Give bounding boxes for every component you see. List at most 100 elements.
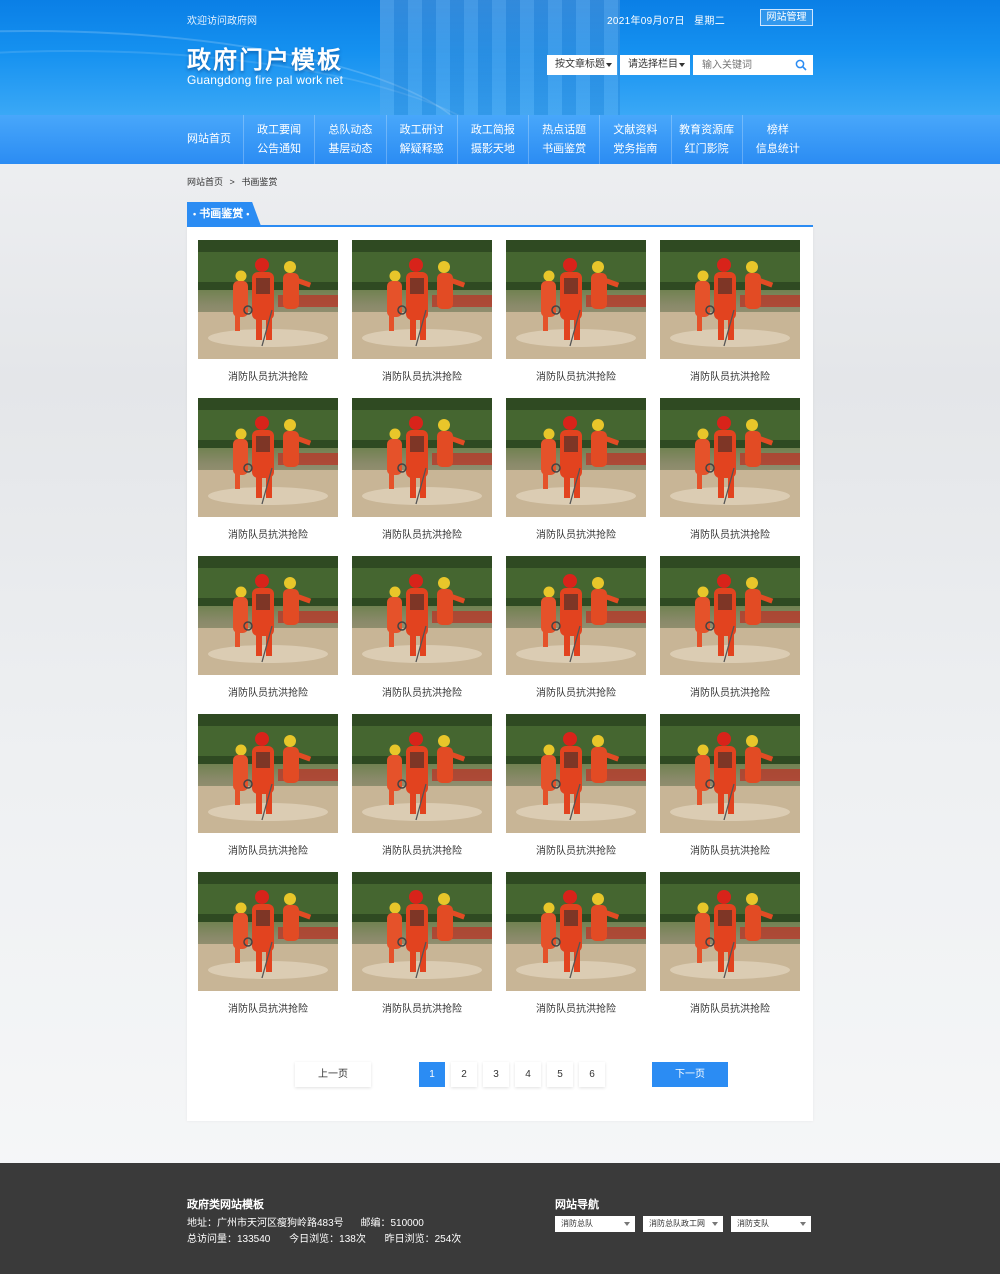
gallery-thumbnail[interactable] — [506, 240, 646, 359]
nav-link[interactable]: 政工研讨 — [400, 123, 444, 137]
footer-nav-select[interactable]: 消防总队政工网 — [643, 1216, 723, 1232]
gallery-thumbnail[interactable] — [198, 714, 338, 833]
gallery-item[interactable]: 消防队员抗洪抢险 — [198, 398, 338, 556]
gallery-item[interactable]: 消防队员抗洪抢险 — [352, 240, 492, 398]
breadcrumb-current: 书画鉴赏 — [241, 177, 278, 187]
nav-link[interactable]: 榜样 — [767, 123, 789, 137]
gallery-item[interactable]: 消防队员抗洪抢险 — [506, 556, 646, 714]
gallery-caption[interactable]: 消防队员抗洪抢险 — [198, 842, 338, 857]
gallery-item[interactable]: 消防队员抗洪抢险 — [660, 398, 800, 556]
gallery-caption[interactable]: 消防队员抗洪抢险 — [198, 368, 338, 383]
gallery-thumbnail[interactable] — [352, 872, 492, 991]
gallery-thumbnail[interactable] — [660, 398, 800, 517]
next-page-button[interactable]: 下一页 — [652, 1062, 728, 1087]
nav-link[interactable]: 摄影天地 — [471, 142, 515, 156]
gallery-item[interactable]: 消防队员抗洪抢险 — [660, 556, 800, 714]
gallery-thumbnail[interactable] — [506, 556, 646, 675]
gallery-item[interactable]: 消防队员抗洪抢险 — [660, 240, 800, 398]
logo-title: 政府门户模板 — [187, 47, 343, 74]
welcome-text: 欢迎访问政府网 — [187, 16, 257, 27]
gallery-item[interactable]: 消防队员抗洪抢险 — [198, 714, 338, 872]
footer-nav-select[interactable]: 消防支队 — [731, 1216, 811, 1232]
site-manage-button[interactable]: 网站管理 — [760, 9, 813, 26]
gallery-thumbnail[interactable] — [506, 398, 646, 517]
page-number-button[interactable]: 1 — [419, 1062, 445, 1087]
nav-link[interactable]: 总队动态 — [328, 123, 372, 137]
search-type-select[interactable]: 按文章标题 — [547, 55, 617, 75]
gallery-item[interactable]: 消防队员抗洪抢险 — [198, 872, 338, 1030]
gallery-caption[interactable]: 消防队员抗洪抢险 — [660, 368, 800, 383]
gallery-item[interactable]: 消防队员抗洪抢险 — [198, 240, 338, 398]
breadcrumb: 网站首页 > 书画鉴赏 — [187, 164, 813, 202]
nav-link[interactable]: 文献资料 — [613, 123, 657, 137]
gallery-caption[interactable]: 消防队员抗洪抢险 — [352, 1000, 492, 1015]
gallery-caption[interactable]: 消防队员抗洪抢险 — [660, 684, 800, 699]
gallery-caption[interactable]: 消防队员抗洪抢险 — [506, 1000, 646, 1015]
nav-home[interactable]: 网站首页 — [187, 115, 243, 164]
gallery-item[interactable]: 消防队员抗洪抢险 — [506, 398, 646, 556]
gallery-item[interactable]: 消防队员抗洪抢险 — [506, 714, 646, 872]
gallery-item[interactable]: 消防队员抗洪抢险 — [352, 398, 492, 556]
gallery-item[interactable]: 消防队员抗洪抢险 — [198, 556, 338, 714]
gallery-item[interactable]: 消防队员抗洪抢险 — [352, 714, 492, 872]
breadcrumb-home[interactable]: 网站首页 — [187, 177, 223, 187]
main-content: 网站首页 > 书画鉴赏 • 书画鉴赏 • 消防队员抗洪抢险 消防队员抗洪抢险 消防队… — [187, 164, 813, 1121]
gallery-item[interactable]: 消防队员抗洪抢险 — [660, 714, 800, 872]
gallery-caption[interactable]: 消防队员抗洪抢险 — [352, 526, 492, 541]
page-number-button[interactable]: 6 — [579, 1062, 605, 1087]
gallery-caption[interactable]: 消防队员抗洪抢险 — [198, 684, 338, 699]
gallery-caption[interactable]: 消防队员抗洪抢险 — [352, 684, 492, 699]
footer-address: 地址：广州市天河区瘦狗岭路483号 — [187, 1218, 344, 1229]
nav-link[interactable]: 党务指南 — [613, 142, 657, 156]
gallery-thumbnail[interactable] — [198, 872, 338, 991]
footer-nav-select[interactable]: 消防总队 — [555, 1216, 635, 1232]
gallery-caption[interactable]: 消防队员抗洪抢险 — [198, 526, 338, 541]
nav-link[interactable]: 教育资源库 — [679, 123, 734, 137]
gallery-item[interactable]: 消防队员抗洪抢险 — [352, 872, 492, 1030]
nav-link[interactable]: 公告通知 — [257, 142, 301, 156]
gallery-caption[interactable]: 消防队员抗洪抢险 — [352, 368, 492, 383]
page-number-button[interactable]: 4 — [515, 1062, 541, 1087]
section-title: 书画鉴赏 — [199, 208, 244, 220]
nav-link[interactable]: 基层动态 — [328, 142, 372, 156]
nav-link[interactable]: 书画鉴赏 — [542, 142, 586, 156]
gallery-thumbnail[interactable] — [660, 556, 800, 675]
page-number-button[interactable]: 5 — [547, 1062, 573, 1087]
nav-link[interactable]: 解疑释惑 — [400, 142, 444, 156]
gallery-caption[interactable]: 消防队员抗洪抢险 — [660, 526, 800, 541]
gallery-thumbnail[interactable] — [198, 556, 338, 675]
nav-link[interactable]: 红门影院 — [685, 142, 729, 156]
gallery-caption[interactable]: 消防队员抗洪抢险 — [506, 684, 646, 699]
gallery-thumbnail[interactable] — [506, 872, 646, 991]
page-number-button[interactable]: 2 — [451, 1062, 477, 1087]
gallery-caption[interactable]: 消防队员抗洪抢险 — [352, 842, 492, 857]
nav-link[interactable]: 信息统计 — [756, 142, 800, 156]
gallery-caption[interactable]: 消防队员抗洪抢险 — [506, 526, 646, 541]
search-icon[interactable] — [795, 59, 807, 71]
gallery-item[interactable]: 消防队员抗洪抢险 — [506, 240, 646, 398]
gallery-thumbnail[interactable] — [352, 398, 492, 517]
gallery-thumbnail[interactable] — [660, 714, 800, 833]
gallery-caption[interactable]: 消防队员抗洪抢险 — [660, 842, 800, 857]
gallery-item[interactable]: 消防队员抗洪抢险 — [660, 872, 800, 1030]
prev-page-button[interactable]: 上一页 — [295, 1062, 371, 1087]
column-select[interactable]: 请选择栏目 — [620, 55, 690, 75]
gallery-thumbnail[interactable] — [352, 714, 492, 833]
gallery-thumbnail[interactable] — [660, 872, 800, 991]
nav-link[interactable]: 政工简报 — [471, 123, 515, 137]
gallery-thumbnail[interactable] — [198, 398, 338, 517]
gallery-caption[interactable]: 消防队员抗洪抢险 — [660, 1000, 800, 1015]
nav-link[interactable]: 政工要闻 — [257, 123, 301, 137]
page-number-button[interactable]: 3 — [483, 1062, 509, 1087]
gallery-thumbnail[interactable] — [660, 240, 800, 359]
gallery-thumbnail[interactable] — [198, 240, 338, 359]
gallery-caption[interactable]: 消防队员抗洪抢险 — [506, 842, 646, 857]
nav-link[interactable]: 热点话题 — [542, 123, 586, 137]
gallery-caption[interactable]: 消防队员抗洪抢险 — [506, 368, 646, 383]
gallery-thumbnail[interactable] — [352, 240, 492, 359]
gallery-caption[interactable]: 消防队员抗洪抢险 — [198, 1000, 338, 1015]
gallery-thumbnail[interactable] — [506, 714, 646, 833]
gallery-item[interactable]: 消防队员抗洪抢险 — [352, 556, 492, 714]
gallery-item[interactable]: 消防队员抗洪抢险 — [506, 872, 646, 1030]
gallery-thumbnail[interactable] — [352, 556, 492, 675]
